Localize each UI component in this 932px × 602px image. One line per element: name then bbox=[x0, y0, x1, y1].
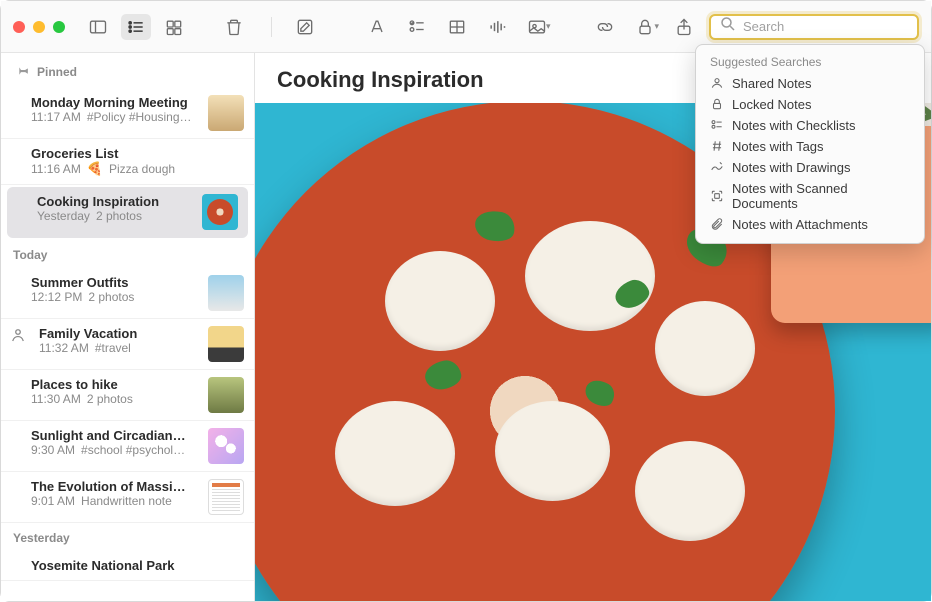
close-window-button[interactable] bbox=[13, 21, 25, 33]
suggested-search-item[interactable]: Notes with Checklists bbox=[696, 115, 924, 136]
note-title: Places to hike bbox=[31, 377, 200, 392]
suggested-search-label: Notes with Drawings bbox=[732, 160, 851, 175]
format-button[interactable] bbox=[362, 14, 392, 40]
note-snippet: Handwritten note bbox=[81, 494, 172, 508]
section-label: Pinned bbox=[37, 65, 77, 79]
note-list-item[interactable]: Summer Outfits12:12 PM 2 photos bbox=[1, 268, 254, 319]
shared-icon bbox=[9, 326, 27, 344]
note-time: 11:17 AM bbox=[31, 110, 81, 124]
note-thumbnail bbox=[208, 479, 244, 515]
note-title: Yosemite National Park bbox=[31, 558, 244, 573]
draw-icon bbox=[710, 160, 724, 174]
notes-list-sidebar: Pinned Monday Morning Meeting11:17 AM #Po… bbox=[1, 53, 255, 601]
section-label: Yesterday bbox=[13, 531, 70, 545]
suggested-search-label: Notes with Attachments bbox=[732, 217, 868, 232]
section-label: Today bbox=[13, 248, 47, 262]
note-list-item[interactable]: Groceries List11:16 AM 🍕 Pizza dough bbox=[1, 139, 254, 185]
note-list-item[interactable]: Family Vacation11:32 AM #travel bbox=[1, 319, 254, 370]
section-today: Today bbox=[1, 240, 254, 268]
note-snippet: 2 photos bbox=[88, 290, 134, 304]
suggestions-heading: Suggested Searches bbox=[696, 53, 924, 73]
note-thumbnail bbox=[208, 95, 244, 131]
search-field[interactable] bbox=[709, 14, 919, 40]
note-time: 11:32 AM bbox=[39, 341, 89, 355]
search-icon bbox=[719, 15, 737, 38]
note-snippet: #Policy #Housing… bbox=[87, 110, 192, 124]
note-title: The Evolution of Massi… bbox=[31, 479, 200, 494]
search-suggestions-dropdown: Suggested Searches Shared Notes Locked No… bbox=[695, 44, 925, 244]
clip-icon bbox=[710, 217, 724, 231]
note-title: Summer Outfits bbox=[31, 275, 200, 290]
person-icon bbox=[710, 76, 724, 90]
list-view-button[interactable] bbox=[121, 14, 151, 40]
note-emoji: 🍕 bbox=[87, 161, 103, 177]
suggested-search-item[interactable]: Locked Notes bbox=[696, 94, 924, 115]
note-thumbnail bbox=[202, 194, 238, 230]
note-time: 9:01 AM bbox=[31, 494, 75, 508]
note-list-item[interactable]: The Evolution of Massi…9:01 AM Handwritte… bbox=[1, 472, 254, 523]
suggested-search-item[interactable]: Shared Notes bbox=[696, 73, 924, 94]
note-list-item[interactable]: Places to hike11:30 AM 2 photos bbox=[1, 370, 254, 421]
chevron-down-icon: ▾ bbox=[546, 21, 551, 32]
minimize-window-button[interactable] bbox=[33, 21, 45, 33]
zoom-window-button[interactable] bbox=[53, 21, 65, 33]
note-title: Cooking Inspiration bbox=[37, 194, 194, 209]
note-title: Family Vacation bbox=[39, 326, 200, 341]
suggested-search-item[interactable]: Notes with Drawings bbox=[696, 157, 924, 178]
checklist-button[interactable] bbox=[402, 14, 432, 40]
note-time: 11:16 AM bbox=[31, 162, 81, 176]
hash-icon bbox=[710, 139, 724, 153]
chevron-down-icon: ▾ bbox=[654, 21, 659, 32]
checklist-icon bbox=[710, 118, 724, 132]
note-snippet: Pizza dough bbox=[109, 162, 175, 176]
note-time: Yesterday bbox=[37, 209, 90, 223]
suggested-search-item[interactable]: Notes with Attachments bbox=[696, 214, 924, 235]
suggested-search-item[interactable]: Notes with Scanned Documents bbox=[696, 178, 924, 214]
note-list-item[interactable]: Cooking InspirationYesterday 2 photos bbox=[7, 187, 248, 238]
note-snippet: #travel bbox=[95, 341, 131, 355]
table-button[interactable] bbox=[442, 14, 472, 40]
lock-icon bbox=[710, 97, 724, 111]
section-yesterday: Yesterday bbox=[1, 523, 254, 551]
note-snippet: 2 photos bbox=[96, 209, 142, 223]
suggested-search-label: Notes with Checklists bbox=[732, 118, 856, 133]
note-thumbnail bbox=[208, 428, 244, 464]
pin-icon bbox=[13, 61, 31, 82]
share-button[interactable] bbox=[669, 14, 699, 40]
gallery-view-button[interactable] bbox=[159, 14, 189, 40]
audio-button[interactable] bbox=[482, 14, 512, 40]
note-title: Groceries List bbox=[31, 146, 244, 161]
new-note-button[interactable] bbox=[290, 14, 320, 40]
note-snippet: #school #psychol… bbox=[81, 443, 185, 457]
delete-note-button[interactable] bbox=[219, 14, 249, 40]
note-list-item[interactable]: Yosemite National Park bbox=[1, 551, 254, 581]
note-time: 9:30 AM bbox=[31, 443, 75, 457]
note-list-item[interactable]: Monday Morning Meeting11:17 AM #Policy #H… bbox=[1, 88, 254, 139]
note-time: 12:12 PM bbox=[31, 290, 82, 304]
note-thumbnail bbox=[208, 377, 244, 413]
note-thumbnail bbox=[208, 275, 244, 311]
suggested-search-label: Notes with Tags bbox=[732, 139, 824, 154]
note-title: Sunlight and Circadian… bbox=[31, 428, 200, 443]
suggested-search-item[interactable]: Notes with Tags bbox=[696, 136, 924, 157]
note-time: 11:30 AM bbox=[31, 392, 81, 406]
search-input[interactable] bbox=[743, 19, 919, 34]
toggle-sidebar-button[interactable] bbox=[83, 14, 113, 40]
link-note-button[interactable] bbox=[590, 14, 620, 40]
window-controls bbox=[13, 21, 65, 33]
titlebar: ▾ ▾ bbox=[1, 1, 931, 53]
note-list-item[interactable]: Sunlight and Circadian…9:30 AM #school #p… bbox=[1, 421, 254, 472]
section-pinned: Pinned bbox=[1, 53, 254, 88]
note-snippet: 2 photos bbox=[87, 392, 133, 406]
suggested-search-label: Notes with Scanned Documents bbox=[732, 181, 910, 211]
suggested-search-label: Shared Notes bbox=[732, 76, 812, 91]
note-thumbnail bbox=[208, 326, 244, 362]
suggested-search-label: Locked Notes bbox=[732, 97, 812, 112]
scan-icon bbox=[710, 189, 724, 203]
note-title: Monday Morning Meeting bbox=[31, 95, 200, 110]
